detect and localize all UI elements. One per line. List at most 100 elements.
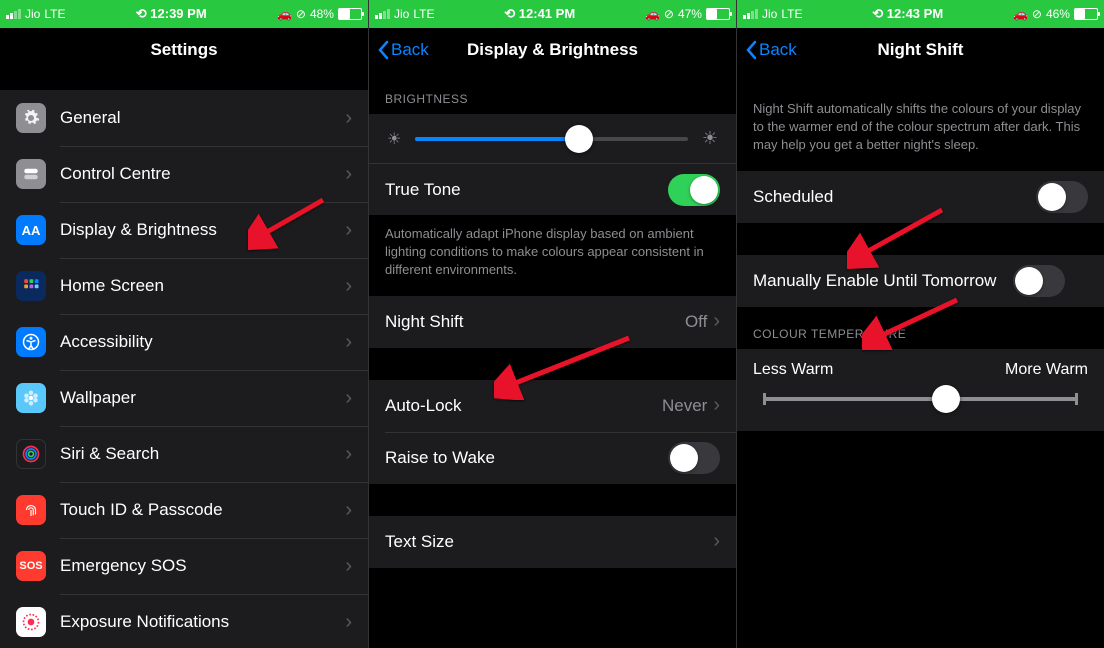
sun-small-icon: ☀︎ bbox=[387, 129, 401, 149]
true-tone-toggle[interactable] bbox=[668, 174, 720, 206]
row-home-screen[interactable]: Home Screen › bbox=[0, 258, 368, 314]
group-header-temperature: COLOUR TEMPERATURE bbox=[737, 307, 1104, 349]
clock: 12:41 PM bbox=[519, 6, 575, 21]
chevron-right-icon: › bbox=[345, 443, 352, 466]
network-label: LTE bbox=[781, 7, 802, 21]
row-auto-lock[interactable]: Auto-Lock Never › bbox=[369, 380, 736, 432]
row-label: Auto-Lock bbox=[385, 396, 662, 416]
screenshot-night-shift: Jio LTE ⟲ 12:43 PM 🚗 ⊘ 46% Back Night Sh… bbox=[736, 0, 1104, 648]
page-title: Night Shift bbox=[878, 40, 964, 60]
row-label: Exposure Notifications bbox=[60, 612, 345, 632]
network-label: LTE bbox=[44, 7, 65, 21]
row-label: Home Screen bbox=[60, 276, 345, 296]
settings-list: General › Control Centre › AA Display & … bbox=[0, 90, 368, 648]
chevron-left-icon bbox=[745, 40, 757, 60]
accessibility-icon bbox=[16, 327, 46, 357]
carrier-label: Jio bbox=[25, 7, 40, 21]
row-manual-enable: Manually Enable Until Tomorrow bbox=[737, 255, 1104, 307]
row-wallpaper[interactable]: Wallpaper › bbox=[0, 370, 368, 426]
car-icon: 🚗 bbox=[645, 7, 660, 21]
row-label: Night Shift bbox=[385, 312, 685, 332]
toggles-icon bbox=[16, 159, 46, 189]
signal-icon bbox=[6, 9, 21, 19]
row-text-size[interactable]: Text Size › bbox=[369, 516, 736, 568]
page-title: Display & Brightness bbox=[467, 40, 638, 60]
true-tone-note: Automatically adapt iPhone display based… bbox=[369, 215, 736, 296]
row-value: Never bbox=[662, 396, 707, 416]
sun-large-icon: ☀︎ bbox=[702, 128, 718, 149]
rotation-lock-icon: ⊘ bbox=[296, 7, 306, 21]
row-exposure[interactable]: Exposure Notifications › bbox=[0, 594, 368, 648]
back-button[interactable]: Back bbox=[745, 40, 797, 60]
screenshot-display-brightness: Jio LTE ⟲ 12:41 PM 🚗 ⊘ 47% Back Display … bbox=[368, 0, 736, 648]
status-bar: Jio LTE ⟲ 12:41 PM 🚗 ⊘ 47% bbox=[369, 0, 736, 28]
row-label: General bbox=[60, 108, 345, 128]
status-bar: Jio LTE ⟲ 12:39 PM 🚗 ⊘ 48% bbox=[0, 0, 368, 28]
chevron-right-icon: › bbox=[713, 310, 720, 333]
grid-icon bbox=[16, 271, 46, 301]
text-size-icon: AA bbox=[16, 215, 46, 245]
nav-bar: Back Night Shift bbox=[737, 28, 1104, 72]
status-bar: Jio LTE ⟲ 12:43 PM 🚗 ⊘ 46% bbox=[737, 0, 1104, 28]
row-label: Control Centre bbox=[60, 164, 345, 184]
more-warm-label: More Warm bbox=[1005, 361, 1088, 379]
row-label: Raise to Wake bbox=[385, 448, 668, 468]
row-raise-to-wake: Raise to Wake bbox=[369, 432, 736, 484]
row-general[interactable]: General › bbox=[0, 90, 368, 146]
scheduled-toggle[interactable] bbox=[1036, 181, 1088, 213]
chevron-right-icon: › bbox=[713, 394, 720, 417]
clock: 12:39 PM bbox=[150, 6, 206, 21]
hotspot-icon: ⟲ bbox=[504, 6, 515, 21]
back-button[interactable]: Back bbox=[377, 40, 429, 60]
battery-percent: 48% bbox=[310, 7, 334, 21]
gear-icon bbox=[16, 103, 46, 133]
hotspot-icon: ⟲ bbox=[136, 6, 147, 21]
manual-enable-toggle[interactable] bbox=[1013, 265, 1065, 297]
signal-icon bbox=[375, 9, 390, 19]
row-label: Wallpaper bbox=[60, 388, 345, 408]
chevron-left-icon bbox=[377, 40, 389, 60]
temp-labels: Less Warm More Warm bbox=[737, 349, 1104, 387]
brightness-slider-row: ☀︎ ☀︎ bbox=[369, 114, 736, 163]
network-label: LTE bbox=[413, 7, 434, 21]
car-icon: 🚗 bbox=[1013, 7, 1028, 21]
brightness-slider[interactable] bbox=[415, 137, 688, 141]
nav-bar: Settings bbox=[0, 28, 368, 72]
rotation-lock-icon: ⊘ bbox=[664, 7, 674, 21]
chevron-right-icon: › bbox=[345, 331, 352, 354]
chevron-right-icon: › bbox=[713, 530, 720, 553]
row-label: Touch ID & Passcode bbox=[60, 500, 345, 520]
sos-icon: SOS bbox=[16, 551, 46, 581]
battery-icon bbox=[338, 8, 362, 20]
row-label: Display & Brightness bbox=[60, 220, 345, 240]
temperature-slider[interactable] bbox=[763, 397, 1078, 401]
battery-icon bbox=[706, 8, 730, 20]
row-label: Scheduled bbox=[753, 187, 1036, 207]
carrier-label: Jio bbox=[762, 7, 777, 21]
row-label: Manually Enable Until Tomorrow bbox=[753, 271, 1013, 291]
row-true-tone: True Tone bbox=[369, 163, 736, 215]
nav-bar: Back Display & Brightness bbox=[369, 28, 736, 72]
row-siri-search[interactable]: Siri & Search › bbox=[0, 426, 368, 482]
exposure-icon bbox=[16, 607, 46, 637]
row-label: Siri & Search bbox=[60, 444, 345, 464]
row-display-brightness[interactable]: AA Display & Brightness › bbox=[0, 202, 368, 258]
chevron-right-icon: › bbox=[345, 163, 352, 186]
chevron-right-icon: › bbox=[345, 499, 352, 522]
row-emergency-sos[interactable]: SOS Emergency SOS › bbox=[0, 538, 368, 594]
hotspot-icon: ⟲ bbox=[872, 6, 883, 21]
row-touch-id[interactable]: Touch ID & Passcode › bbox=[0, 482, 368, 538]
chevron-right-icon: › bbox=[345, 219, 352, 242]
row-scheduled: Scheduled bbox=[737, 171, 1104, 223]
signal-icon bbox=[743, 9, 758, 19]
siri-icon bbox=[16, 439, 46, 469]
row-accessibility[interactable]: Accessibility › bbox=[0, 314, 368, 370]
flower-icon bbox=[16, 383, 46, 413]
row-control-centre[interactable]: Control Centre › bbox=[0, 146, 368, 202]
chevron-right-icon: › bbox=[345, 107, 352, 130]
row-night-shift[interactable]: Night Shift Off › bbox=[369, 296, 736, 348]
raise-to-wake-toggle[interactable] bbox=[668, 442, 720, 474]
screenshot-settings: Jio LTE ⟲ 12:39 PM 🚗 ⊘ 48% Settings Gene… bbox=[0, 0, 368, 648]
page-title: Settings bbox=[150, 40, 217, 60]
chevron-right-icon: › bbox=[345, 555, 352, 578]
